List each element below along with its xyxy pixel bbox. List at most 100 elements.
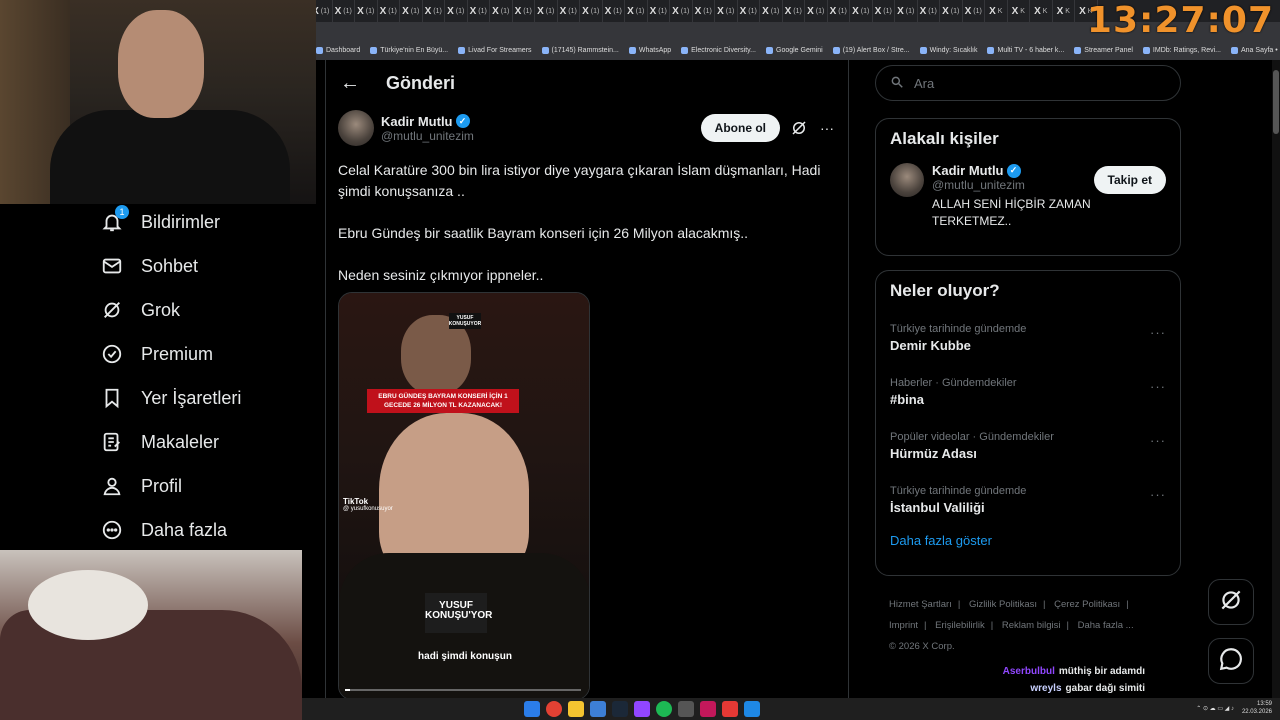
- sidebar-item-grok[interactable]: Grok: [95, 288, 315, 332]
- related-person[interactable]: Kadir Mutlu ✓ @mutlu_unitezim ALLAH SENİ…: [876, 149, 1180, 230]
- avatar[interactable]: [890, 163, 924, 197]
- browser-tab[interactable]: X(1): [670, 0, 693, 22]
- page-scrollbar[interactable]: [1272, 60, 1280, 700]
- app-icon[interactable]: [744, 701, 760, 717]
- browser-tab[interactable]: X(1): [648, 0, 670, 22]
- browser-tab[interactable]: X(1): [873, 0, 895, 22]
- browser-tab[interactable]: XK: [1053, 0, 1075, 22]
- back-arrow-icon[interactable]: ←: [340, 72, 360, 95]
- subscribe-button[interactable]: Abone ol: [700, 114, 780, 142]
- bookmark-item[interactable]: Livad For Streamers: [458, 46, 532, 54]
- browser-tab[interactable]: X(1): [715, 0, 738, 22]
- browser-tab[interactable]: X(1): [918, 0, 940, 22]
- browser-tab[interactable]: X(1): [940, 0, 963, 22]
- footer-link[interactable]: Gizlilik Politikası: [969, 599, 1037, 610]
- windows-start-icon[interactable]: [524, 701, 540, 717]
- bookmark-item[interactable]: Dashboard: [316, 46, 360, 54]
- folder-icon[interactable]: [568, 701, 584, 717]
- app-icon[interactable]: [590, 701, 606, 717]
- sidebar-item-profile[interactable]: Profil: [95, 464, 315, 508]
- scrollbar-thumb[interactable]: [1273, 70, 1279, 134]
- footer-link[interactable]: Çerez Politikası: [1054, 599, 1120, 610]
- bookmark-item[interactable]: Streamer Panel: [1074, 46, 1133, 54]
- footer-link[interactable]: Erişilebilirlik: [935, 620, 985, 631]
- author-handle[interactable]: @mutlu_unitezim: [381, 129, 474, 143]
- browser-tab[interactable]: X(1): [738, 0, 760, 22]
- chat-floating-button[interactable]: [1208, 638, 1254, 684]
- sidebar-item-bookmarks[interactable]: Yer İşaretleri: [95, 376, 315, 420]
- show-more-link[interactable]: Daha fazla göster: [876, 527, 1180, 554]
- sidebar-item-articles[interactable]: Makaleler: [95, 420, 315, 464]
- browser-tab[interactable]: X(1): [783, 0, 805, 22]
- browser-tab[interactable]: X(1): [490, 0, 513, 22]
- browser-tab[interactable]: X(1): [603, 0, 625, 22]
- browser-tab[interactable]: X(1): [693, 0, 715, 22]
- browser-tab[interactable]: X(1): [760, 0, 783, 22]
- sidebar-item-notifications[interactable]: 1 Bildirimler: [95, 200, 315, 244]
- bookmark-item[interactable]: IMDb: Ratings, Revi...: [1142, 46, 1221, 54]
- bookmark-item[interactable]: Türkiye'nin En Büyü...: [370, 46, 448, 54]
- related-name[interactable]: Kadir Mutlu: [932, 163, 1004, 178]
- grok-floating-button[interactable]: [1208, 579, 1254, 625]
- grok-icon[interactable]: [790, 119, 808, 137]
- more-options-icon[interactable]: ···: [818, 119, 836, 137]
- trend-item[interactable]: Haberler · Gündemdekiler #bina ···: [876, 365, 1180, 419]
- tray-icons[interactable]: ⌃ ⊙ ☁ ▭ ◢ ♪: [1196, 705, 1234, 712]
- trend-item[interactable]: Türkiye tarihinde gündemde İstanbul Vali…: [876, 473, 1180, 527]
- browser-tab[interactable]: X(1): [850, 0, 873, 22]
- video-progress-bar[interactable]: [345, 689, 581, 691]
- app-icon[interactable]: [678, 701, 694, 717]
- post-video[interactable]: YUSUF KONUŞUYOR EBRU GÜNDEŞ BAYRAM KONSE…: [338, 292, 590, 700]
- browser-tab[interactable]: XK: [1030, 0, 1053, 22]
- browser-tab[interactable]: X(1): [468, 0, 490, 22]
- bookmark-item[interactable]: Windy: Sıcaklık: [919, 46, 977, 54]
- footer-link[interactable]: Reklam bilgisi: [1002, 620, 1061, 631]
- more-options-icon[interactable]: ···: [1150, 379, 1166, 394]
- browser-tab[interactable]: X(1): [355, 0, 378, 22]
- app-icon[interactable]: [722, 701, 738, 717]
- sidebar-item-messages[interactable]: Sohbet: [95, 244, 315, 288]
- app-icon[interactable]: [700, 701, 716, 717]
- app-icon[interactable]: [634, 701, 650, 717]
- browser-tab[interactable]: X(1): [445, 0, 468, 22]
- more-options-icon[interactable]: ···: [1150, 433, 1166, 448]
- bookmark-item[interactable]: Google Gemini: [766, 46, 823, 54]
- browser-tab[interactable]: X(1): [378, 0, 400, 22]
- footer-link[interactable]: Daha fazla ...: [1078, 620, 1134, 631]
- trend-item[interactable]: Türkiye tarihinde gündemde Demir Kubbe ·…: [876, 311, 1180, 365]
- browser-tab[interactable]: X(1): [963, 0, 985, 22]
- browser-tab[interactable]: XK: [985, 0, 1008, 22]
- browser-tab[interactable]: X(1): [400, 0, 423, 22]
- chrome-icon[interactable]: [546, 701, 562, 717]
- bookmark-item[interactable]: WhatsApp: [628, 46, 671, 54]
- more-options-icon[interactable]: ···: [1150, 325, 1166, 340]
- browser-tab[interactable]: X(1): [805, 0, 828, 22]
- search-input[interactable]: Ara: [875, 65, 1181, 101]
- bookmark-item[interactable]: (19) Alert Box / Stre...: [832, 46, 910, 54]
- browser-tab[interactable]: XK: [1008, 0, 1030, 22]
- footer-link[interactable]: Imprint: [889, 620, 918, 631]
- steam-icon[interactable]: [612, 701, 628, 717]
- browser-tab[interactable]: X(1): [558, 0, 580, 22]
- avatar[interactable]: [338, 110, 374, 146]
- browser-tab[interactable]: X(1): [895, 0, 918, 22]
- spotify-icon[interactable]: [656, 701, 672, 717]
- footer-link[interactable]: Hizmet Şartları: [889, 599, 952, 610]
- sidebar-item-premium[interactable]: Premium: [95, 332, 315, 376]
- browser-tab[interactable]: X(1): [333, 0, 355, 22]
- more-options-icon[interactable]: ···: [1150, 487, 1166, 502]
- browser-tab[interactable]: X(1): [535, 0, 558, 22]
- browser-tab[interactable]: X(1): [580, 0, 603, 22]
- author-name-row[interactable]: Kadir Mutlu ✓: [381, 114, 474, 129]
- trend-item[interactable]: Popüler videolar · Gündemdekiler Hürmüz …: [876, 419, 1180, 473]
- bookmark-item[interactable]: Electronic Diversity...: [681, 46, 756, 54]
- taskbar-clock[interactable]: 13:59 22.03.2026: [1242, 700, 1272, 716]
- sidebar-item-more[interactable]: Daha fazla: [95, 508, 315, 552]
- bookmark-item[interactable]: Multi TV - 6 haber k...: [987, 46, 1064, 54]
- bookmark-item[interactable]: Ana Sayfa • HBO Max: [1231, 46, 1280, 54]
- follow-button[interactable]: Takip et: [1093, 166, 1166, 194]
- browser-tab[interactable]: X(1): [513, 0, 535, 22]
- browser-tab[interactable]: X(1): [828, 0, 850, 22]
- browser-tab[interactable]: X(1): [625, 0, 648, 22]
- bookmark-item[interactable]: (17145) Rammstein...: [541, 46, 619, 54]
